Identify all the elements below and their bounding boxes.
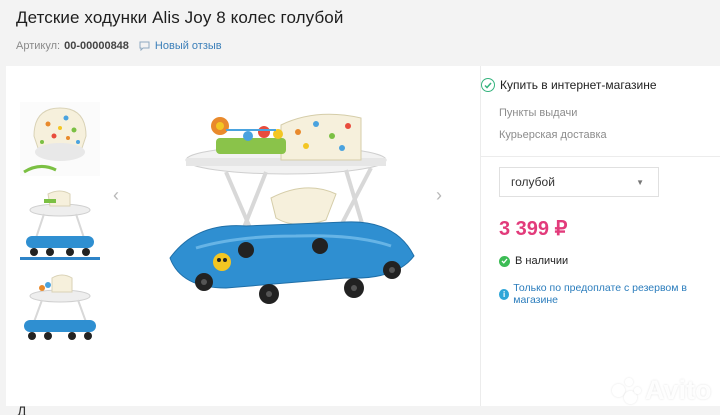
availability-status: В наличии (499, 255, 568, 267)
check-circle-icon (481, 78, 495, 92)
purchase-panel: Купить в интернет-магазине Пункты выдачи… (481, 66, 720, 406)
info-icon: i (499, 288, 510, 300)
gallery-next-arrow[interactable]: › (436, 185, 442, 206)
buy-online-option[interactable]: Купить в интернет-магазине (481, 78, 657, 92)
product-title: Детские ходунки Alis Joy 8 колес голубой (16, 8, 344, 27)
avito-wordmark: Avito (645, 375, 712, 405)
thumbnail-2[interactable] (20, 186, 100, 260)
walker-seat-thumbnail (20, 102, 100, 176)
thumbnail-1[interactable] (20, 102, 100, 176)
horizontal-divider (481, 156, 720, 157)
courier-delivery-option[interactable]: Курьерская доставка (499, 129, 607, 141)
new-review-label: Новый отзыв (154, 40, 222, 52)
buy-online-label: Купить в интернет-магазине (500, 78, 657, 92)
section-heading-fragment: Д (17, 403, 27, 415)
color-select-value: голубой (511, 175, 555, 189)
color-select[interactable]: голубой ▼ (499, 167, 659, 197)
avito-logo-icon (612, 377, 642, 404)
prepay-reserve-label: Только по предоплате с резервом в магази… (513, 282, 687, 306)
product-price: 3 399 ₽ (499, 218, 568, 240)
chevron-down-icon: ▼ (636, 177, 644, 187)
thumbnail-3[interactable] (20, 270, 100, 344)
thumbnail-list (20, 102, 100, 354)
sku-label: Артикул: (16, 40, 61, 52)
prepay-reserve-link[interactable]: i Только по предоплате с резервом в мага… (499, 282, 720, 306)
product-meta: Артикул: 00-00000848 Новый отзыв (16, 40, 222, 52)
gallery-prev-arrow[interactable]: ‹ (113, 185, 119, 206)
product-card: ‹ › Купить в интернет-магазине Пункты вы… (6, 66, 720, 406)
availability-label: В наличии (515, 255, 569, 267)
pickup-points-option[interactable]: Пункты выдачи (499, 107, 577, 119)
new-review-link[interactable]: Новый отзыв (139, 40, 222, 52)
avito-watermark: Avito (612, 375, 712, 406)
comment-icon (139, 41, 150, 51)
in-stock-check-icon (499, 255, 510, 267)
walker-thumbnail (20, 270, 100, 344)
product-main-image (169, 113, 415, 304)
sku-value: 00-00000848 (64, 40, 129, 52)
walker-thumbnail (20, 186, 100, 257)
